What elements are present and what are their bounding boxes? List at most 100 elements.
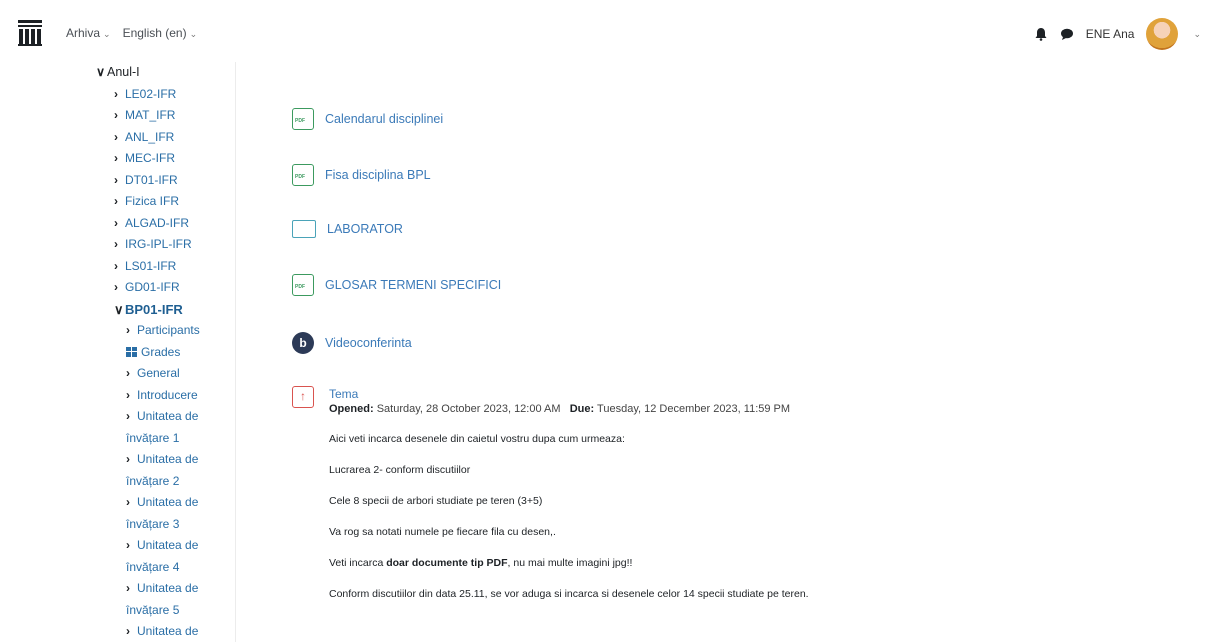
course-label: MAT_IFR xyxy=(125,108,176,122)
assignment-paragraph: Cele 8 specii de arbori studiate pe tere… xyxy=(329,495,543,507)
due-value: Tuesday, 12 December 2023, 11:59 PM xyxy=(597,403,791,415)
language-menu[interactable]: English (en) ⌄ xyxy=(123,26,198,40)
opened-value: Saturday, 28 October 2023, 12:00 AM xyxy=(376,403,561,415)
section-unit-4[interactable]: › Unitatea de învățare 4 xyxy=(96,535,231,578)
language-label: English (en) xyxy=(122,26,187,40)
chevron-right-icon: › xyxy=(126,366,130,380)
assignment-icon-wrap[interactable]: ↑ xyxy=(292,386,325,408)
course-item[interactable]: › LE02-IFR xyxy=(96,84,231,106)
course-label: MEC-IFR xyxy=(125,151,175,165)
chevron-right-icon: › xyxy=(126,581,130,595)
chevron-right-icon: › xyxy=(126,323,130,337)
course-item[interactable]: › MAT_IFR xyxy=(96,105,231,127)
chevron-down-icon[interactable]: ⌄ xyxy=(1193,29,1201,40)
browser-page: Arhiva ⌄ English (en) ⌄ ENE Ana ⌄ ∨ Anul-I … xyxy=(0,0,1207,642)
section-unit-5[interactable]: › Unitatea de învățare 5 xyxy=(96,578,231,621)
chevron-right-icon: › xyxy=(114,172,118,187)
activity-videoconferinta[interactable]: b Videoconferinta xyxy=(292,332,412,354)
assignment-upload-icon: ↑ xyxy=(292,386,314,408)
pdf-icon xyxy=(292,274,314,296)
videoconference-icon: b xyxy=(292,332,314,354)
course-item[interactable]: › DT01-IFR xyxy=(96,170,231,192)
pdf-icon xyxy=(292,108,314,130)
course-item[interactable]: › LS01-IFR xyxy=(96,256,231,278)
chevron-down-icon: ∨ xyxy=(96,65,106,79)
activity-laborator[interactable]: LABORATOR xyxy=(292,220,403,238)
section-introducere[interactable]: › Introducere xyxy=(96,385,231,407)
tree-root-label: Anul-I xyxy=(107,65,140,79)
tree-root-anul-i[interactable]: ∨ Anul-I xyxy=(96,62,231,84)
course-index-sidebar: ∨ Anul-I › LE02-IFR › MAT_IFR › ANL_IFR › MEC… xyxy=(0,62,236,642)
chevron-right-icon: › xyxy=(114,129,118,144)
activity-label: LABORATOR xyxy=(327,222,403,236)
pdf-note-pre: Veti incarca xyxy=(329,557,387,569)
user-name[interactable]: ENE Ana xyxy=(1086,27,1135,41)
activity-label: GLOSAR TERMENI SPECIFICI xyxy=(325,278,502,292)
grades-table-icon xyxy=(126,346,137,357)
course-label: LS01-IFR xyxy=(125,258,177,273)
assignment-paragraph: Aici veti incarca desenele din caietul v… xyxy=(329,433,625,445)
section-label: Introducere xyxy=(137,387,198,402)
chevron-right-icon: › xyxy=(114,280,118,294)
course-label: ALGAD-IFR xyxy=(125,215,190,230)
activity-label: Fisa disciplina BPL xyxy=(325,168,431,182)
nav-arhiva-menu[interactable]: Arhiva ⌄ xyxy=(66,26,111,40)
course-item[interactable]: › GD01-IFR xyxy=(96,277,231,299)
section-general[interactable]: › General xyxy=(96,363,231,385)
notifications-bell-icon[interactable] xyxy=(1034,27,1048,41)
section-unit-1[interactable]: › Unitatea de învățare 1 xyxy=(96,406,231,449)
chevron-down-icon: ⌄ xyxy=(189,29,198,39)
user-avatar[interactable] xyxy=(1146,18,1179,50)
course-item[interactable]: › MEC-IFR xyxy=(96,148,231,170)
activity-fisa-disciplina[interactable]: Fisa disciplina BPL xyxy=(292,164,431,186)
folder-icon xyxy=(292,220,316,238)
section-unit-2[interactable]: › Unitatea de învățare 2 xyxy=(96,449,231,492)
pdf-icon xyxy=(292,164,314,186)
pdf-note-bold: doar documente tip PDF xyxy=(386,557,508,569)
assignment-paragraph: Va rog sa notati numele pe fiecare fila … xyxy=(329,526,556,538)
chevron-right-icon: › xyxy=(114,151,118,165)
assignment-pdf-note: Veti incarca doar documente tip PDF, nu … xyxy=(329,556,1179,570)
chevron-right-icon: › xyxy=(126,387,130,402)
course-item[interactable]: › IRG-IPL-IFR xyxy=(96,234,231,256)
chevron-right-icon: › xyxy=(114,108,118,122)
course-label: ANL_IFR xyxy=(125,129,175,144)
assignment-tema: Tema Opened: Saturday, 28 October 2023, … xyxy=(329,387,1179,601)
chevron-right-icon: › xyxy=(114,215,118,230)
chevron-right-icon: › xyxy=(126,495,130,509)
pdf-note-post: , nu mai multe imagini jpg!! xyxy=(507,557,633,569)
chevron-down-icon: ⌄ xyxy=(103,29,111,39)
messages-icon[interactable] xyxy=(1060,27,1074,41)
chevron-down-icon: ∨ xyxy=(114,301,124,317)
section-label: Grades xyxy=(141,344,181,359)
activity-calendarul[interactable]: Calendarul disciplinei xyxy=(292,108,443,130)
chevron-right-icon: › xyxy=(114,86,118,101)
course-item[interactable]: › ANL_IFR xyxy=(96,127,231,149)
activity-label: Videoconferinta xyxy=(325,336,412,350)
active-course-label: BP01-IFR xyxy=(125,301,183,317)
course-item[interactable]: › Fizica IFR xyxy=(96,191,231,213)
activity-glosar[interactable]: GLOSAR TERMENI SPECIFICI xyxy=(292,274,501,296)
active-course-item[interactable]: ∨BP01-IFR xyxy=(96,299,231,321)
chevron-right-icon: › xyxy=(114,237,118,251)
section-grades[interactable]: Grades xyxy=(96,342,231,364)
assignment-paragraph: Lucrarea 2- conform discutiilor xyxy=(329,464,471,476)
activity-label: Calendarul disciplinei xyxy=(325,112,444,126)
section-unit-3[interactable]: › Unitatea de învățare 3 xyxy=(96,492,231,535)
site-logo[interactable] xyxy=(18,20,42,46)
opened-label: Opened: xyxy=(329,403,374,415)
section-unit-6[interactable]: ›Unitatea de învățare 6 xyxy=(96,621,231,642)
chevron-right-icon: › xyxy=(114,194,118,208)
chevron-right-icon: › xyxy=(126,452,130,466)
assignment-title[interactable]: Tema xyxy=(329,387,1179,401)
assignment-paragraph: Conform discutiilor din data 25.11, se v… xyxy=(329,588,809,600)
course-content: Calendarul disciplinei Fisa disciplina B… xyxy=(236,62,1207,642)
course-label: Fizica IFR xyxy=(125,194,179,208)
course-label: DT01-IFR xyxy=(125,172,178,187)
chevron-right-icon: › xyxy=(126,409,130,423)
course-item[interactable]: › ALGAD-IFR xyxy=(96,213,231,235)
nav-arhiva-label: Arhiva xyxy=(66,26,101,40)
section-participants[interactable]: › Participants xyxy=(96,320,231,342)
due-label: Due: xyxy=(569,403,595,415)
course-label: IRG-IPL-IFR xyxy=(125,237,192,251)
